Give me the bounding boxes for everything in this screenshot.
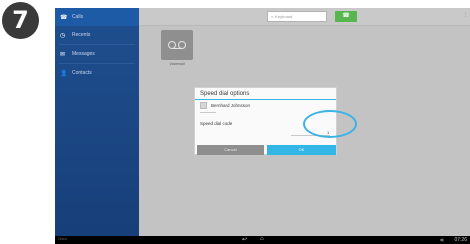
speed-dial-code-label: Speed dial code [200, 121, 233, 126]
cancel-button[interactable]: Cancel [197, 145, 264, 155]
contacts-icon: 👤 [60, 70, 68, 77]
avatar [200, 102, 207, 109]
call-button[interactable]: ☎ [335, 11, 357, 22]
sidebar-item-label: Recents [72, 32, 91, 38]
voicemail-tile[interactable] [161, 30, 193, 60]
search-input[interactable]: ⌕ Keyboard [267, 11, 327, 22]
message-icon: ✉ [60, 51, 66, 58]
sidebar-item-calls[interactable]: ☎ Calls [55, 8, 139, 26]
search-placeholder: Keyboard [275, 14, 293, 19]
sidebar-item-recents[interactable]: ◷ Recents [55, 26, 139, 44]
menu-icon[interactable]: ⋮ [463, 12, 468, 18]
sidebar: ☎ Calls ◷ Recents ✉ Messages 👤 Contacts [55, 8, 139, 236]
clock-time: 07:26 [454, 236, 467, 243]
ok-button[interactable]: OK [267, 145, 336, 155]
volume-icon: ◀) [439, 236, 444, 242]
contact-name: Bernhard Johnsson [211, 103, 251, 108]
contact-row: Bernhard Johnsson [200, 102, 250, 109]
voicemail-label: Voicemail [169, 62, 185, 66]
sidebar-item-label: Calls [72, 14, 84, 20]
clock-icon: ◷ [60, 32, 66, 39]
nav-left-text: Cisco [58, 237, 67, 241]
sidebar-item-messages[interactable]: ✉ Messages [55, 45, 139, 63]
contact-underline [200, 112, 216, 113]
back-icon[interactable]: ↩ [242, 236, 247, 243]
highlight-ellipse [303, 110, 357, 138]
home-icon[interactable]: ⌂ [260, 236, 264, 242]
voicemail-icon [168, 41, 186, 49]
phone-icon: ☎ [60, 14, 68, 21]
dialog-title: Speed dial options [200, 91, 250, 97]
sidebar-item-contacts[interactable]: 👤 Contacts [55, 64, 139, 82]
system-nav-bar: Cisco ↩ ⌂ ◀) 07:26 [55, 236, 470, 244]
sidebar-item-label: Messages [72, 51, 95, 57]
step-number-badge: 7 [2, 2, 39, 39]
stage: 7 ☎ Calls ◷ Recents ✉ Messages 👤 Contact… [0, 0, 470, 244]
top-bar: ⌕ Keyboard ☎ ⋮ [139, 8, 470, 26]
dialog-title-divider [195, 99, 336, 100]
search-icon: ⌕ [271, 14, 274, 19]
sidebar-item-label: Contacts [72, 70, 92, 76]
device-screen: ☎ Calls ◷ Recents ✉ Messages 👤 Contacts … [55, 8, 470, 244]
